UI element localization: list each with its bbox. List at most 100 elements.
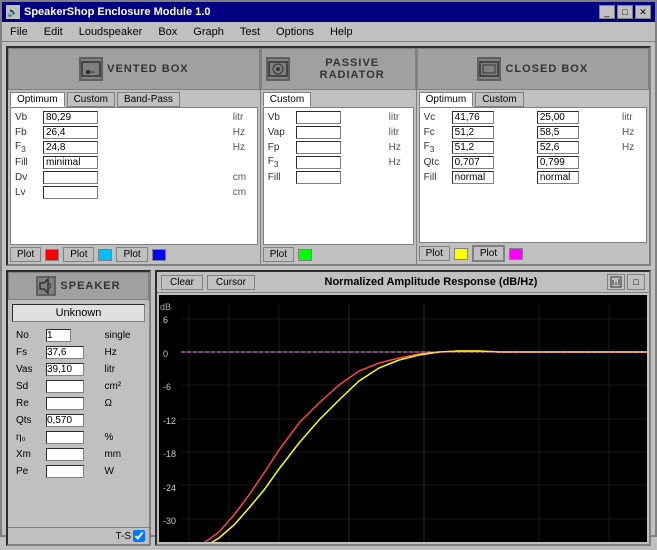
sd-input[interactable] [46,380,84,393]
dv-input[interactable] [43,171,98,184]
closed-box-content: Vc litr Fc Hz F3 [419,107,647,243]
speaker-no-input[interactable] [46,329,71,342]
vented-box-icon [79,57,103,81]
cursor-button[interactable]: Cursor [207,275,255,290]
pr-vap-input[interactable] [296,126,341,139]
ts-checkbox[interactable] [133,530,145,542]
close-button[interactable]: ✕ [635,5,651,19]
fill-closed-custom-input[interactable] [537,171,579,184]
menu-options[interactable]: Options [272,25,318,39]
fs-input[interactable] [46,346,84,359]
menu-graph[interactable]: Graph [189,25,228,39]
menu-edit[interactable]: Edit [40,25,67,39]
fc-input[interactable] [452,126,494,139]
qtc-input[interactable] [452,156,494,169]
table-row: Fs Hz [14,345,143,360]
graph-panel: Clear Cursor Normalized Amplitude Respon… [155,270,651,546]
menu-test[interactable]: Test [236,25,264,39]
vc-custom-input[interactable] [537,111,579,124]
cb-plot-button2[interactable]: Plot [472,245,505,262]
graph-title: Normalized Amplitude Response (dB/Hz) [259,276,603,288]
vented-plot-button[interactable]: Plot [10,247,41,262]
re-input[interactable] [46,397,84,410]
graph-icon-btn1[interactable] [607,274,625,290]
graph-icons: □ [607,274,645,290]
pr-plot-button[interactable]: Plot [263,247,294,262]
lv-input[interactable] [43,186,98,199]
table-row: Vap litr [266,125,411,140]
xm-input[interactable] [46,448,84,461]
table-row: Fb Hz [13,125,255,140]
vb-input[interactable] [43,111,98,124]
menu-loudspeaker[interactable]: Loudspeaker [75,25,147,39]
clear-button[interactable]: Clear [161,275,203,290]
qtc-custom-input[interactable] [537,156,579,169]
passive-radiator-header: PASSIVE RADIATOR [261,48,416,90]
svg-text:-18: -18 [163,449,176,459]
vented-tab-optimum[interactable]: Optimum [10,92,65,107]
table-row: Re Ω [14,396,143,411]
fb-input[interactable] [43,126,98,139]
speaker-title: SPEAKER [60,280,120,292]
vented-tab-bandpass[interactable]: Band-Pass [117,92,180,107]
graph-svg: 6 0 -6 -12 -18 -24 -30 -36 dB [159,295,647,542]
qts-input[interactable] [46,414,84,427]
pr-params-table: Vb litr Vap litr Fp Hz [266,110,411,185]
pe-input[interactable] [46,465,84,478]
graph-icon-btn2[interactable]: □ [627,274,645,290]
passive-radiator-tabs: Custom [261,90,416,107]
vented-box-title: VENTED BOX [107,63,189,75]
vented-box-header: VENTED BOX [8,48,260,90]
cb-plot-color2 [509,248,523,260]
maximize-button[interactable]: □ [617,5,633,19]
table-row: Fill [13,155,255,170]
menu-file[interactable]: File [6,25,32,39]
titlebar: 🔊 SpeakerShop Enclosure Module 1.0 _ □ ✕ [2,2,655,22]
table-row: Fp Hz [266,140,411,155]
table-row: Vb litr [266,110,411,125]
vc-input[interactable] [452,111,494,124]
vented-tab-custom[interactable]: Custom [67,92,115,107]
speaker-name: Unknown [12,304,145,322]
vented-box-tabs: Optimum Custom Band-Pass [8,90,260,107]
pr-fp-input[interactable] [296,141,341,154]
closed-box-header: CLOSED BOX [417,48,649,90]
svg-text:-24: -24 [163,483,176,493]
table-row: Vc litr [422,110,644,125]
vented-plot-button2[interactable]: Plot [63,247,94,262]
table-row: Fill [422,170,644,185]
cb-tab-custom[interactable]: Custom [475,92,523,107]
cb-params-table: Vc litr Fc Hz F3 [422,110,644,185]
vented-plot-button3[interactable]: Plot [116,247,147,262]
table-row: F3 Hz [422,140,644,155]
eta0-input[interactable] [46,431,84,444]
f3-closed-input[interactable] [452,141,494,154]
table-row: F3 Hz [266,155,411,170]
bottom-panel: SPEAKER Unknown No single Fs Hz [6,270,651,546]
pr-f3-input[interactable] [296,156,341,169]
minimize-button[interactable]: _ [599,5,615,19]
menu-help[interactable]: Help [326,25,357,39]
svg-text:6: 6 [163,315,168,325]
speaker-icon [36,276,56,296]
svg-text:dB: dB [160,302,171,312]
fc-custom-input[interactable] [537,126,579,139]
cb-plot-button1[interactable]: Plot [419,246,450,261]
f3-closed-custom-input[interactable] [537,141,579,154]
fill-closed-input[interactable] [452,171,494,184]
table-row: No single [14,328,143,343]
fill-vented-input[interactable] [43,156,98,169]
menu-box[interactable]: Box [154,25,181,39]
table-row: F3 Hz [13,140,255,155]
titlebar-left: 🔊 SpeakerShop Enclosure Module 1.0 [6,5,210,19]
passive-radiator-title: PASSIVE RADIATOR [294,57,411,81]
f3-vented-input[interactable] [43,141,98,154]
pr-fill-input[interactable] [296,171,341,184]
table-row: Fc Hz [422,125,644,140]
vas-input[interactable] [46,363,84,376]
table-row: Qtc [422,155,644,170]
cb-tab-optimum[interactable]: Optimum [419,92,474,107]
pr-tab-custom[interactable]: Custom [263,92,311,107]
cb-plot-row: Plot Plot [417,243,649,264]
pr-vb-input[interactable] [296,111,341,124]
